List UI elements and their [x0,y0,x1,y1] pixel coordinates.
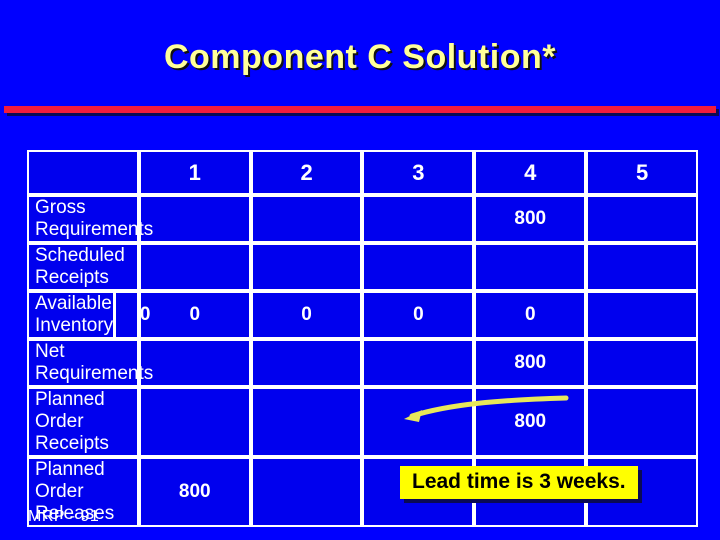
cell-planned-order-receipts-p2 [250,387,363,457]
table-row: Available Inventory 0 0 0 0 0 [27,291,698,339]
cell-scheduled-receipts-p3 [362,243,475,291]
cell-net-requirements-p5 [586,339,698,387]
cell-net-requirements-p3 [362,339,475,387]
cell-available-inventory-p2: 0 [250,291,363,339]
header-period-2: 2 [250,150,363,195]
cell-gross-requirements-p2 [250,195,363,243]
table-row: Net Requirements 800 [27,339,698,387]
lead-time-callout: Lead time is 3 weeks. [400,466,638,499]
cell-gross-requirements-p3 [362,195,475,243]
row-label-available-inventory: Available Inventory [35,293,114,336]
row-label-net-requirements: Net Requirements [27,339,153,387]
cell-scheduled-receipts-p2 [250,243,363,291]
row-label-planned-order-receipts: Planned Order Receipts [27,387,139,457]
row-label-gross-requirements: Gross Requirements [27,195,153,243]
cell-net-requirements-p2 [250,339,363,387]
cell-gross-requirements-p4: 800 [474,195,587,243]
table-row: Scheduled Receipts [27,243,698,291]
header-corner-cell [27,150,139,195]
cell-available-inventory-p5 [586,291,698,339]
table-header-row: 1 2 3 4 5 [27,150,698,195]
cell-available-inventory-p4: 0 [474,291,587,339]
cell-scheduled-receipts-p4 [474,243,587,291]
header-period-3: 3 [362,150,475,195]
cell-planned-order-releases-p2 [250,457,363,527]
available-inventory-split: Available Inventory 0 [35,293,150,337]
cell-planned-order-receipts-p1 [138,387,251,457]
page-title: Component C Solution* [163,38,556,76]
cell-net-requirements-p4: 800 [474,339,587,387]
row-label-scheduled-receipts: Scheduled Receipts [27,243,139,291]
cell-gross-requirements-p5 [586,195,698,243]
cell-available-inventory-beginning: 0 [113,293,174,337]
cell-planned-order-receipts-p5 [586,387,698,457]
title-divider-rule [4,106,716,113]
slide-footer-tag: MRP - 91 [28,508,100,525]
header-period-4: 4 [474,150,587,195]
cell-available-inventory-p3: 0 [362,291,475,339]
table-row: Planned Order Receipts 800 [27,387,698,457]
cell-net-requirements-p1 [138,339,251,387]
cell-scheduled-receipts-p5 [586,243,698,291]
header-period-5: 5 [586,150,698,195]
cell-gross-requirements-p1 [138,195,251,243]
cell-scheduled-receipts-p1 [138,243,251,291]
header-period-1: 1 [138,150,251,195]
cell-planned-order-receipts-p4: 800 [474,387,587,457]
cell-planned-order-receipts-p3 [362,387,475,457]
table-row: Gross Requirements 800 [27,195,698,243]
row-label-available-inventory-cell: Available Inventory 0 [27,291,150,339]
cell-planned-order-releases-p1: 800 [138,457,251,527]
